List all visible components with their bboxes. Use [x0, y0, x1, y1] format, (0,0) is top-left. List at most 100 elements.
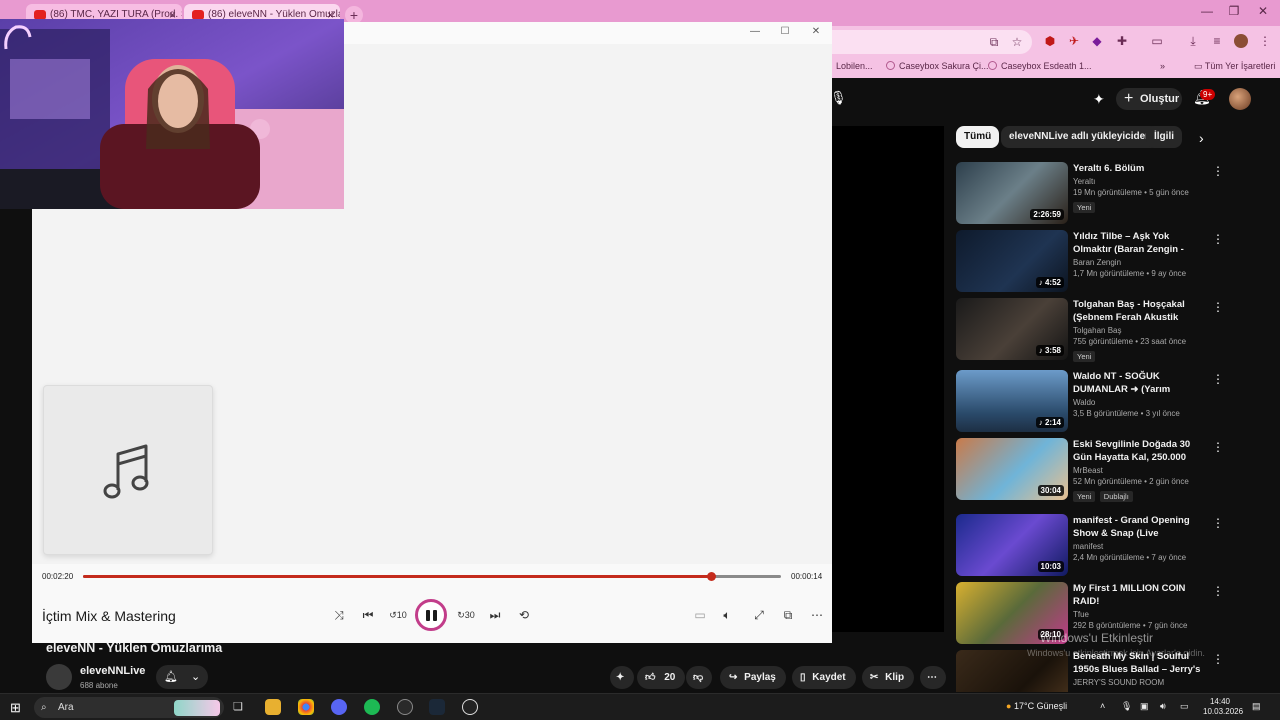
all-bookmarks-folder[interactable]: ▭ Tüm Yer İşaretleri	[1194, 61, 1275, 72]
bookmark-item[interactable]: Lobilen...	[836, 61, 873, 71]
related-channel[interactable]: Baran Zengin	[1073, 258, 1205, 267]
ask-ai-button[interactable]: ✦	[610, 666, 634, 689]
tray-overflow-icon[interactable]: ˄	[1100, 701, 1105, 711]
related-title[interactable]: My First 1 MILLION COIN RAID!	[1073, 582, 1205, 608]
volume-tray-icon[interactable]: 🔊︎	[1160, 701, 1166, 712]
media-player-app-icon[interactable]	[462, 699, 478, 715]
like-button[interactable]: 👍︎ 20	[637, 666, 685, 689]
chip-related[interactable]: İlgili	[1146, 126, 1182, 148]
bookmarks-overflow-icon[interactable]: »	[1160, 61, 1165, 71]
mini-player-icon[interactable]: ⧉	[777, 605, 799, 625]
address-bar[interactable]: ⧉ ☆	[832, 30, 1032, 54]
microphone-tray-icon[interactable]: 🎙︎	[1121, 701, 1132, 712]
pause-button[interactable]	[415, 599, 447, 631]
more-options-icon[interactable]: ⋯	[806, 605, 828, 625]
related-channel[interactable]: Tfue	[1073, 610, 1205, 619]
steam-icon[interactable]	[429, 699, 445, 715]
next-track-icon[interactable]: ⏭︎	[484, 605, 506, 625]
related-video[interactable]: ♪ 3:58 Tolgahan Baş - Hoşçakal (Şebnem F…	[956, 298, 1256, 364]
related-title[interactable]: Yeraltı 6. Bölüm	[1073, 162, 1205, 175]
related-channel[interactable]: JERRY'S SOUND ROOM	[1073, 678, 1205, 687]
account-avatar[interactable]	[1229, 88, 1251, 110]
subscribe-notification-button[interactable]: 🔔︎ ⌄	[156, 665, 208, 689]
more-options-icon[interactable]: ⋮	[1212, 232, 1224, 246]
clip-button[interactable]: ✂ Klip	[862, 666, 914, 689]
more-options-icon[interactable]: ⋮	[1212, 652, 1224, 666]
channel-name[interactable]: eleveNNLive	[80, 665, 145, 677]
related-title[interactable]: Eski Sevgilinle Doğada 30 Gün Hayatta Ka…	[1073, 438, 1205, 464]
related-channel[interactable]: Waldo	[1073, 398, 1205, 407]
rewind-10-icon[interactable]: ↺10	[387, 605, 409, 625]
taskbar-search[interactable]: ⌕ Ara	[34, 697, 224, 718]
weather-widget[interactable]: ● 17°C Güneşli	[1006, 701, 1067, 711]
download-icon[interactable]: ⤓	[1186, 34, 1200, 48]
close-window-icon[interactable]: ✕	[806, 26, 826, 37]
extension-icon[interactable]: ⬢	[1043, 34, 1057, 48]
related-video[interactable]: ♪ 2:14 Waldo NT - SOĞUK DUMANLAR ➜ (Yarı…	[956, 370, 1256, 436]
network-icon[interactable]: ▣	[1140, 701, 1149, 712]
chrome-menu-icon[interactable]: ⋮	[1258, 34, 1272, 48]
taskbar-clock[interactable]: 14:40 10.03.2026	[1203, 697, 1243, 717]
channel-avatar[interactable]	[46, 664, 72, 690]
related-channel[interactable]: MrBeast	[1073, 466, 1205, 475]
bookmark-star-icon[interactable]: ☆	[1010, 35, 1024, 49]
related-video[interactable]: 2:26:59 Yeraltı 6. Bölüm Yeraltı 19 Mn g…	[956, 162, 1256, 228]
video-thumbnail[interactable]: ♪ 2:14	[956, 370, 1068, 432]
related-title[interactable]: Waldo NT - SOĞUK DUMANLAR ➜ (Yarım Kalan…	[1073, 370, 1205, 396]
fullscreen-icon[interactable]: ⤢	[748, 605, 770, 625]
more-options-icon[interactable]: ⋮	[1212, 164, 1224, 178]
related-title[interactable]: Yıldız Tilbe – Aşk Yok Olmaktır (Baran Z…	[1073, 230, 1205, 256]
discord-icon[interactable]	[331, 699, 347, 715]
related-video[interactable]: 10:03 manifest - Grand Opening Show & Sn…	[956, 514, 1256, 580]
create-sparkle-icon[interactable]: ✦	[1093, 91, 1105, 108]
related-channel[interactable]: Yeraltı	[1073, 177, 1205, 186]
captions-icon[interactable]: ▭	[689, 605, 711, 625]
spotify-icon[interactable]	[364, 699, 380, 715]
extension-icon[interactable]: ◆	[1090, 34, 1104, 48]
more-options-icon[interactable]: ⋮	[1212, 440, 1224, 454]
minimize-window-icon[interactable]: —	[1192, 4, 1222, 18]
windows-start-icon[interactable]: ⊞	[10, 700, 21, 716]
shuffle-icon[interactable]: ⤨	[328, 605, 350, 625]
video-thumbnail[interactable]: 10:03	[956, 514, 1068, 576]
related-title[interactable]: manifest - Grand Opening Show & Snap (Li…	[1073, 514, 1205, 540]
save-button[interactable]: ▯ Kaydet	[792, 666, 856, 689]
video-thumbnail[interactable]: ♪ 4:52	[956, 230, 1068, 292]
more-options-icon[interactable]: ⋮	[1212, 516, 1224, 530]
volume-icon[interactable]: 🔈︎	[716, 605, 738, 625]
chevron-right-icon[interactable]: ›	[1199, 130, 1204, 146]
more-options-icon[interactable]: ⋮	[1212, 300, 1224, 314]
forward-30-icon[interactable]: ↻30	[455, 605, 477, 625]
profile-avatar-icon[interactable]	[1234, 34, 1248, 48]
restore-window-icon[interactable]: ❐	[1219, 4, 1249, 18]
extension-icon[interactable]: ✈	[1067, 34, 1081, 48]
media-control-icon[interactable]: ≡	[1210, 34, 1224, 48]
chip-from-uploader[interactable]: eleveNNLive adlı yükleyiciden	[1001, 126, 1160, 148]
share-button[interactable]: ↪ Paylaş	[720, 666, 786, 689]
video-thumbnail[interactable]: 2:26:59	[956, 162, 1068, 224]
dislike-button[interactable]: 👎︎	[686, 666, 712, 689]
create-button[interactable]: + Oluştur	[1116, 88, 1182, 110]
close-window-icon[interactable]: ✕	[1248, 4, 1278, 18]
previous-track-icon[interactable]: ⏮︎	[357, 605, 379, 625]
bookmark-item[interactable]: Caseybox Esdeath 1...	[988, 61, 1092, 71]
extensions-puzzle-icon[interactable]: ✚	[1115, 34, 1129, 48]
video-thumbnail[interactable]: 30:04	[956, 438, 1068, 500]
battery-icon[interactable]: ▭	[1180, 701, 1189, 712]
chrome-icon[interactable]	[298, 699, 314, 715]
video-thumbnail[interactable]: ♪ 3:58	[956, 298, 1068, 360]
file-explorer-icon[interactable]	[265, 699, 281, 715]
chip-all[interactable]: Tümü	[956, 126, 1000, 148]
more-options-icon[interactable]: ⋮	[1212, 584, 1224, 598]
cast-icon[interactable]: ⧉	[987, 35, 1001, 49]
more-options-icon[interactable]: ⋮	[1212, 372, 1224, 386]
task-view-icon[interactable]: ❏	[233, 700, 243, 713]
notification-center-icon[interactable]: ▤	[1252, 701, 1261, 712]
repeat-off-icon[interactable]: ⟲	[513, 605, 535, 625]
more-actions-button[interactable]: ⋯	[920, 666, 946, 689]
microphone-icon[interactable]: 🎙︎	[830, 90, 847, 106]
seek-handle[interactable]	[707, 572, 717, 581]
obs-icon[interactable]	[397, 699, 413, 715]
related-video[interactable]: ♪ 4:52 Yıldız Tilbe – Aşk Yok Olmaktır (…	[956, 230, 1256, 296]
maximize-window-icon[interactable]: ☐	[775, 26, 795, 37]
